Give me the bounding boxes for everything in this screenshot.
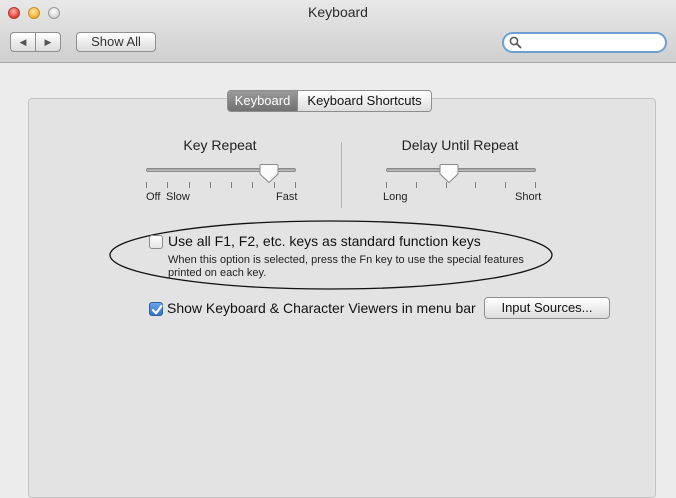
slider-tick [295, 182, 296, 188]
slider-tick [535, 182, 536, 188]
slider-tick [386, 182, 387, 188]
title-bar: Keyboard ◀ ▶ Show All [0, 0, 676, 63]
key-repeat-ticks [146, 182, 296, 188]
function-keys-help-text: When this option is selected, press the … [168, 254, 524, 279]
slider-tick [416, 182, 417, 188]
slider-divider [341, 142, 342, 208]
back-button[interactable]: ◀ [10, 32, 36, 52]
show-viewers-label[interactable]: Show Keyboard & Character Viewers in men… [167, 300, 476, 316]
slider-tick [231, 182, 232, 188]
slider-tick [252, 182, 253, 188]
check-mark-icon [151, 304, 163, 315]
slider-tick [475, 182, 476, 188]
show-all-button[interactable]: Show All [76, 32, 156, 52]
slider-tick [146, 182, 147, 188]
slider-tick [505, 182, 506, 188]
slider-tick [167, 182, 168, 188]
keyboard-preferences-window: Keyboard ◀ ▶ Show All Keyboard Keyboard … [0, 0, 676, 498]
key-repeat-heading: Key Repeat [183, 137, 257, 153]
delay-short-label: Short [515, 191, 542, 203]
delay-until-repeat-slider-track[interactable] [386, 168, 536, 172]
function-keys-label[interactable]: Use all F1, F2, etc. keys as standard fu… [168, 233, 481, 249]
show-viewers-checkbox[interactable] [149, 302, 163, 316]
input-sources-button[interactable]: Input Sources... [484, 297, 610, 319]
key-repeat-off-label: Off [146, 191, 161, 203]
key-repeat-slow-label: Slow [166, 191, 190, 203]
key-repeat-fast-label: Fast [276, 191, 298, 203]
back-arrow-icon: ◀ [19, 37, 27, 47]
slider-tick [210, 182, 211, 188]
search-icon [509, 36, 522, 49]
function-keys-checkbox[interactable] [149, 235, 163, 249]
window-title: Keyboard [308, 4, 368, 20]
forward-arrow-icon: ▶ [44, 37, 52, 47]
delay-until-repeat-slider-thumb[interactable] [439, 163, 459, 184]
key-repeat-slider-thumb[interactable] [259, 163, 279, 184]
forward-button[interactable]: ▶ [35, 32, 61, 52]
tab-keyboard[interactable]: Keyboard [228, 91, 297, 111]
search-field[interactable] [502, 32, 667, 53]
search-input[interactable] [524, 35, 664, 52]
slider-tick [189, 182, 190, 188]
tab-keyboard-shortcuts[interactable]: Keyboard Shortcuts [297, 91, 431, 111]
delay-until-repeat-heading: Delay Until Repeat [401, 137, 519, 153]
delay-until-repeat-ticks [386, 182, 536, 188]
delay-long-label: Long [383, 191, 408, 203]
slider-tick [446, 182, 447, 188]
tab-bar: Keyboard Keyboard Shortcuts [227, 90, 432, 112]
slider-tick [274, 182, 275, 188]
